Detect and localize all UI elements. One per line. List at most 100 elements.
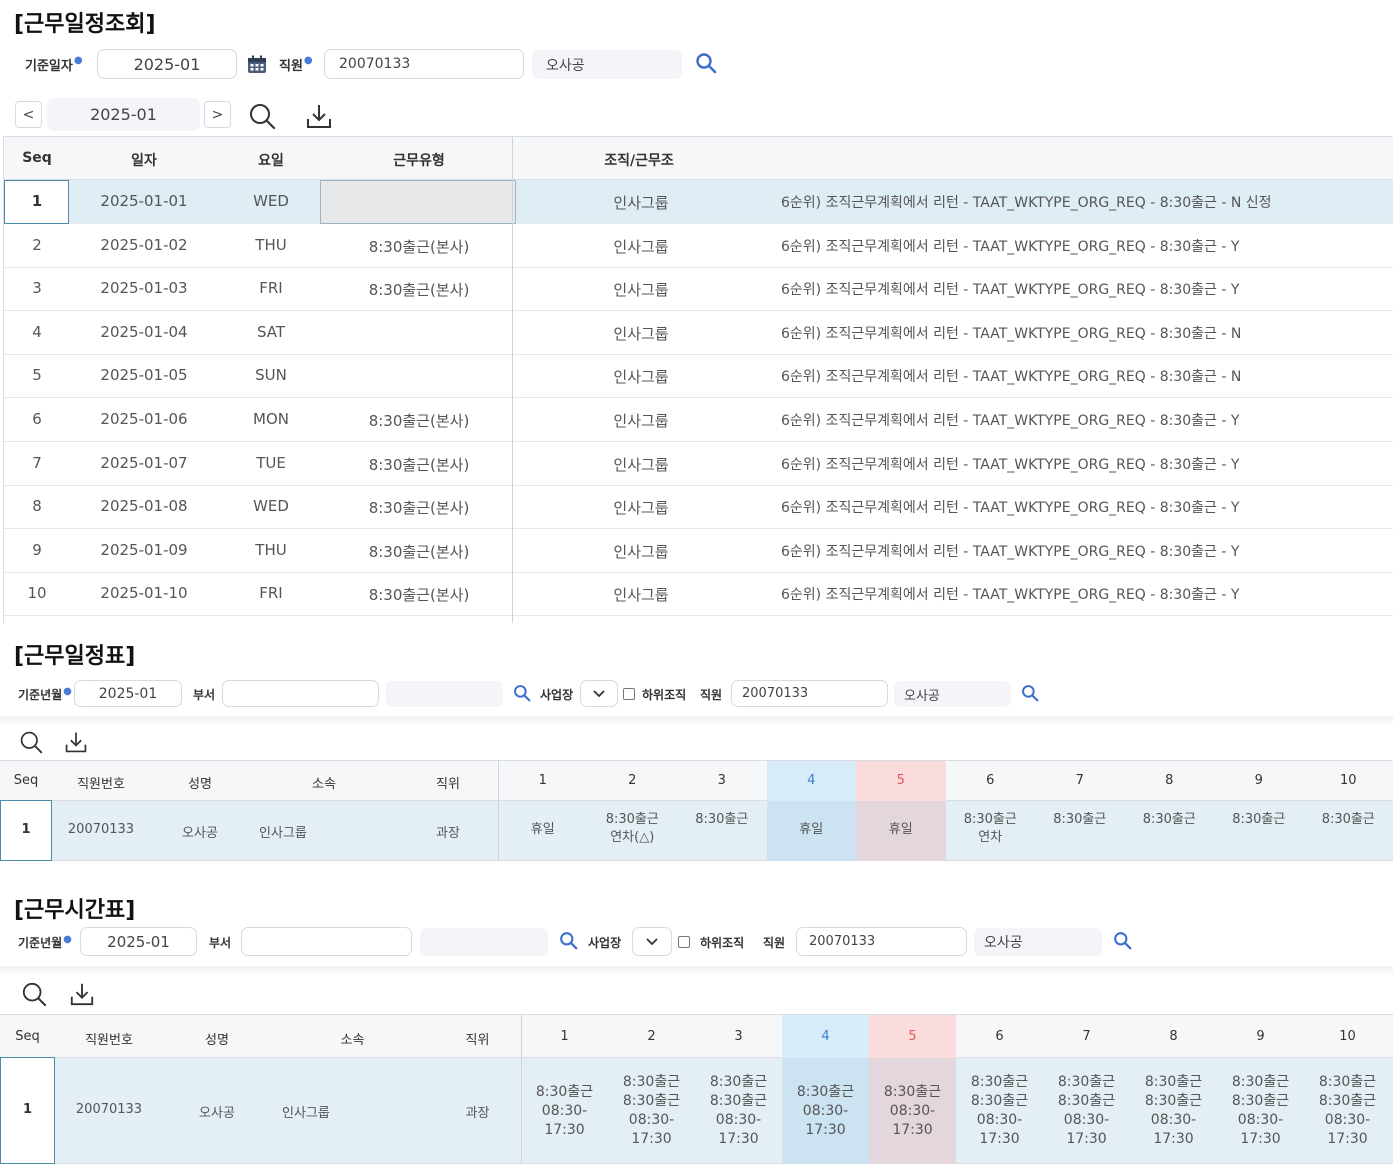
day-cell-9[interactable]: 8:30출근 8:30출근 08:30- 17:30 <box>1217 1073 1304 1149</box>
header-day-7[interactable]: 7 <box>1035 773 1125 788</box>
header-day-9[interactable]: 9 <box>1217 1029 1304 1044</box>
sub-org-checkbox[interactable] <box>623 688 635 700</box>
day-cell-4[interactable]: 휴일 <box>767 821 857 839</box>
cell-work-type[interactable]: 8:30출근(본사) <box>324 541 514 562</box>
header-name[interactable]: 성명 <box>150 773 250 792</box>
table-row[interactable]: 5 2025-01-05 SUN 인사그룹 6순위) 조직근무계획에서 리턴 - TAA… <box>4 354 1393 399</box>
header-day-3[interactable]: 3 <box>677 773 767 788</box>
header-day-4[interactable]: 4 <box>767 773 857 788</box>
day-cell-5[interactable]: 휴일 <box>856 821 946 839</box>
table-row[interactable]: 4 2025-01-04 SAT 인사그룹 6순위) 조직근무계획에서 리턴 - TAA… <box>4 311 1393 355</box>
table-row[interactable]: 3 2025-01-03 FRI 8:30출근(본사) 인사그룹 6순위) 조직근무계획에… <box>4 267 1393 312</box>
day-cell-1[interactable]: 8:30출근 08:30- 17:30 <box>521 1083 608 1140</box>
header-day-10[interactable]: 10 <box>1304 1029 1391 1044</box>
day-cell-2[interactable]: 8:30출근 8:30출근 08:30- 17:30 <box>608 1073 695 1149</box>
calendar-icon[interactable] <box>246 53 268 75</box>
site-select[interactable] <box>632 927 672 956</box>
day-cell-2[interactable]: 8:30출근 연차(△) <box>588 811 678 847</box>
sub-org-checkbox[interactable] <box>678 936 690 948</box>
header-name[interactable]: 성명 <box>163 1029 271 1048</box>
day-cell-3[interactable]: 8:30출근 8:30출근 08:30- 17:30 <box>695 1073 782 1149</box>
header-day-5[interactable]: 5 <box>856 773 946 788</box>
table-row[interactable]: 6 2025-01-06 MON 8:30출근(본사) 인사그룹 6순위) 조직근무계획에… <box>4 398 1393 442</box>
header-date[interactable]: 일자 <box>70 150 218 170</box>
download-icon[interactable] <box>304 101 334 131</box>
column-divider[interactable] <box>512 137 513 623</box>
table-row[interactable]: 9 2025-01-09 THU 8:30출근(본사) 인사그룹 6순위) 조직근무계획에… <box>4 529 1393 573</box>
header-day-6[interactable]: 6 <box>956 1029 1043 1044</box>
date-input[interactable]: 2025-01 <box>97 49 237 79</box>
day-cell-10[interactable]: 8:30출근 8:30출근 08:30- 17:30 <box>1304 1073 1391 1149</box>
cell-work-type[interactable]: 8:30출근(본사) <box>324 236 514 257</box>
next-month-button[interactable]: > <box>204 101 231 128</box>
table-row[interactable]: 7 2025-01-07 TUE 8:30출근(본사) 인사그룹 6순위) 조직근무계획에… <box>4 442 1393 486</box>
dept-input[interactable] <box>241 927 412 956</box>
day-cell-6[interactable]: 8:30출근 8:30출근 08:30- 17:30 <box>956 1073 1043 1149</box>
table-row[interactable]: 1 20070133 오사공 인사그룹 과장 8:30출근 08:30- 17:30 8:30출… <box>0 1057 1393 1164</box>
day-cell-8[interactable]: 8:30출근 8:30출근 08:30- 17:30 <box>1130 1073 1217 1149</box>
table-row[interactable]: 2 2025-01-02 THU 8:30출근(본사) 인사그룹 6순위) 조직근무계획에… <box>4 224 1393 268</box>
day-cell-7[interactable]: 8:30출근 8:30출근 08:30- 17:30 <box>1043 1073 1130 1149</box>
header-day-7[interactable]: 7 <box>1043 1029 1130 1044</box>
day-cell-3[interactable]: 8:30출근 <box>677 811 767 829</box>
cell-work-type[interactable]: 8:30출근(본사) <box>324 279 514 300</box>
employee-search-icon[interactable] <box>1111 929 1133 951</box>
table-row[interactable]: 1 2025-01-01 WED 인사그룹 6순위) 조직근무계획에서 리턴 - TAA… <box>4 180 1393 224</box>
day-cell-1[interactable]: 휴일 <box>498 821 588 839</box>
day-cell-10[interactable]: 8:30출근 <box>1304 811 1393 829</box>
dept-input[interactable] <box>222 680 379 707</box>
header-day-2[interactable]: 2 <box>588 773 678 788</box>
header-seq[interactable]: Seq <box>0 1029 55 1044</box>
header-position[interactable]: 직위 <box>398 773 498 792</box>
header-org[interactable]: 소속 <box>250 773 398 792</box>
header-seq[interactable]: Seq <box>4 150 70 166</box>
header-org[interactable]: 소속 <box>271 1029 434 1048</box>
table-row[interactable]: 1 20070133 오사공 인사그룹 과장 휴일 8:30출근 연차(△) 8:30출근 휴일 휴… <box>0 800 1393 861</box>
header-emp-no[interactable]: 직원번호 <box>55 1029 163 1048</box>
employee-search-icon[interactable] <box>1019 682 1041 704</box>
month-display[interactable]: 2025-01 <box>47 98 200 131</box>
table-row[interactable]: 8 2025-01-08 WED 8:30출근(본사) 인사그룹 6순위) 조직근무계획에… <box>4 485 1393 530</box>
header-day-8[interactable]: 8 <box>1130 1029 1217 1044</box>
column-divider[interactable] <box>521 1015 522 1164</box>
month-input[interactable]: 2025-01 <box>80 927 197 956</box>
header-day-4[interactable]: 4 <box>782 1029 869 1044</box>
dept-search-icon[interactable] <box>511 682 533 704</box>
cell-work-type[interactable]: 8:30출근(본사) <box>324 410 514 431</box>
table-row[interactable]: 10 2025-01-10 FRI 8:30출근(본사) 인사그룹 6순위) 조직근무계획… <box>4 572 1393 617</box>
employee-id-input[interactable]: 20070133 <box>731 680 888 707</box>
header-day-10[interactable]: 10 <box>1304 773 1393 788</box>
header-day-8[interactable]: 8 <box>1125 773 1215 788</box>
magnifier-icon[interactable] <box>247 101 277 131</box>
day-cell-5[interactable]: 8:30출근 08:30- 17:30 <box>869 1083 956 1140</box>
employee-id-input[interactable]: 20070133 <box>796 927 967 956</box>
header-day-9[interactable]: 9 <box>1214 773 1304 788</box>
prev-month-button[interactable]: < <box>15 101 42 128</box>
dept-search-icon[interactable] <box>557 929 579 951</box>
day-cell-7[interactable]: 8:30출근 <box>1035 811 1125 829</box>
day-cell-4[interactable]: 8:30출근 08:30- 17:30 <box>782 1083 869 1140</box>
column-divider[interactable] <box>498 761 499 861</box>
magnifier-icon[interactable] <box>18 729 44 755</box>
site-select[interactable] <box>580 680 618 707</box>
header-day-6[interactable]: 6 <box>946 773 1036 788</box>
header-position[interactable]: 직위 <box>434 1029 521 1048</box>
day-cell-8[interactable]: 8:30출근 <box>1125 811 1215 829</box>
editing-cell[interactable] <box>320 180 516 224</box>
header-work-type[interactable]: 근무유형 <box>324 150 514 170</box>
header-day-3[interactable]: 3 <box>695 1029 782 1044</box>
download-icon[interactable] <box>68 980 96 1008</box>
header-day-1[interactable]: 1 <box>521 1029 608 1044</box>
header-day-2[interactable]: 2 <box>608 1029 695 1044</box>
cell-work-type[interactable]: 8:30출근(본사) <box>324 584 514 605</box>
header-seq[interactable]: Seq <box>0 773 52 788</box>
header-day-1[interactable]: 1 <box>498 773 588 788</box>
header-org[interactable]: 조직/근무조 <box>514 150 764 170</box>
month-input[interactable]: 2025-01 <box>74 680 182 707</box>
day-cell-9[interactable]: 8:30출근 <box>1214 811 1304 829</box>
cell-work-type[interactable]: 8:30출근(본사) <box>324 454 514 475</box>
cell-work-type[interactable]: 8:30출근(본사) <box>324 497 514 518</box>
header-day[interactable]: 요일 <box>218 150 324 170</box>
search-icon[interactable] <box>694 51 718 75</box>
header-emp-no[interactable]: 직원번호 <box>52 773 150 792</box>
